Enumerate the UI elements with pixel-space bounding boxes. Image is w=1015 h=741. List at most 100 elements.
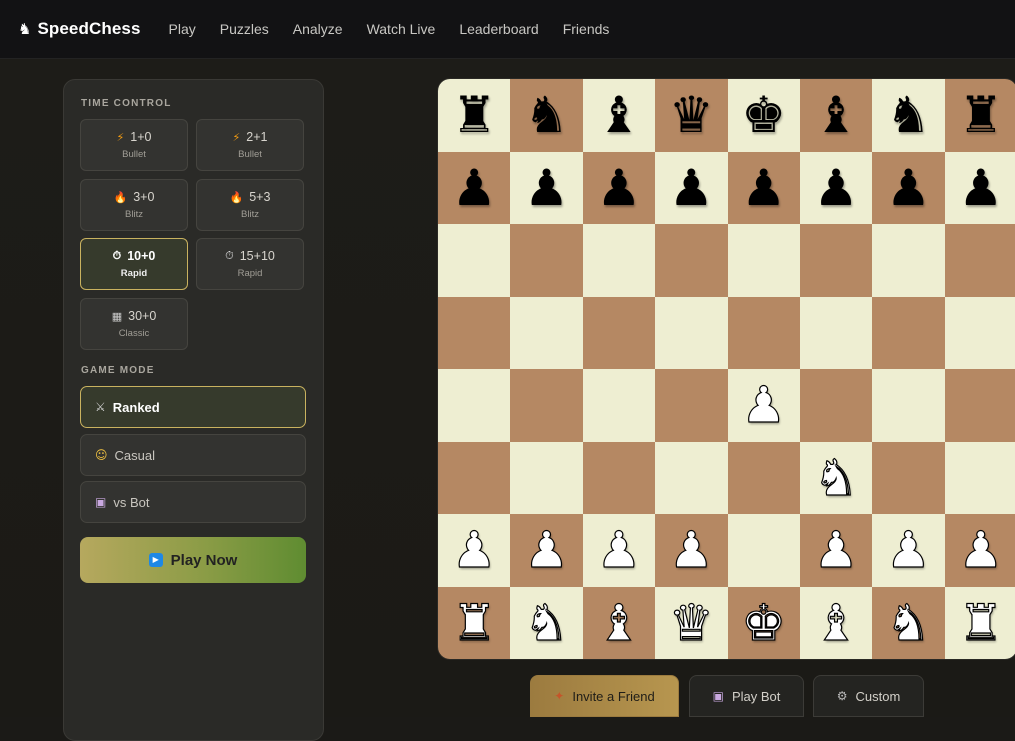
square-e7[interactable]: ♟ (727, 151, 800, 224)
square-d3[interactable] (655, 441, 728, 514)
invite-friend-button[interactable]: ✦ Invite a Friend (530, 675, 679, 717)
square-f8[interactable]: ♝ (799, 79, 873, 152)
square-g8[interactable]: ♞ (872, 79, 945, 152)
white-rook-icon[interactable]: ♜ (958, 597, 1004, 648)
mode-ranked[interactable]: ⚔ Ranked (80, 386, 306, 428)
white-king-icon[interactable]: ♚ (741, 597, 787, 648)
nav-item-puzzles[interactable]: Puzzles (220, 21, 269, 37)
black-knight-icon[interactable]: ♞ (886, 90, 931, 140)
time-control-1-0[interactable]: ⚡ 1+0 Bullet (80, 119, 188, 171)
square-d6[interactable] (655, 224, 728, 297)
square-d4[interactable] (655, 369, 728, 442)
white-knight-icon[interactable]: ♞ (813, 452, 859, 503)
time-control-5-3[interactable]: 🔥 5+3 Blitz (196, 179, 304, 231)
white-pawn-icon[interactable]: ♟ (451, 525, 497, 576)
square-c2[interactable]: ♟ (582, 514, 656, 587)
black-pawn-icon[interactable]: ♟ (958, 163, 1003, 213)
time-control-10-0[interactable]: ⏱ 10+0 Rapid (80, 238, 188, 290)
black-king-icon[interactable]: ♚ (741, 90, 786, 140)
square-a4[interactable] (438, 369, 511, 442)
square-g2[interactable]: ♟ (872, 514, 945, 587)
square-b3[interactable] (510, 441, 583, 514)
square-c8[interactable]: ♝ (582, 79, 656, 152)
square-e5[interactable] (727, 296, 800, 369)
black-bishop-icon[interactable]: ♝ (814, 90, 859, 140)
square-f5[interactable] (799, 296, 873, 369)
time-control-2-1[interactable]: ⚡ 2+1 Bullet (196, 119, 304, 171)
brand-logo[interactable]: ♞ SpeedChess (18, 19, 141, 39)
white-queen-icon[interactable]: ♛ (668, 597, 714, 648)
black-knight-icon[interactable]: ♞ (524, 90, 569, 140)
square-h6[interactable] (944, 224, 1015, 297)
square-b6[interactable] (510, 224, 583, 297)
square-e8[interactable]: ♚ (727, 79, 800, 152)
black-pawn-icon[interactable]: ♟ (814, 163, 859, 213)
white-pawn-icon[interactable]: ♟ (813, 525, 859, 576)
nav-item-analyze[interactable]: Analyze (293, 21, 343, 37)
square-h1[interactable]: ♜ (944, 586, 1015, 659)
white-bishop-icon[interactable]: ♝ (813, 597, 859, 648)
black-pawn-icon[interactable]: ♟ (886, 163, 931, 213)
square-g4[interactable] (872, 369, 945, 442)
square-d1[interactable]: ♛ (655, 586, 728, 659)
square-d7[interactable]: ♟ (655, 151, 728, 224)
square-b4[interactable] (510, 369, 583, 442)
square-a6[interactable] (438, 224, 511, 297)
square-e1[interactable]: ♚ (727, 586, 800, 659)
black-bishop-icon[interactable]: ♝ (597, 90, 642, 140)
white-pawn-icon[interactable]: ♟ (524, 525, 570, 576)
square-h7[interactable]: ♟ (944, 151, 1015, 224)
square-b5[interactable] (510, 296, 583, 369)
white-pawn-icon[interactable]: ♟ (958, 525, 1004, 576)
square-h3[interactable] (944, 441, 1015, 514)
square-h2[interactable]: ♟ (944, 514, 1015, 587)
square-c6[interactable] (582, 224, 656, 297)
square-d5[interactable] (655, 296, 728, 369)
square-b8[interactable]: ♞ (510, 79, 583, 152)
custom-game-button[interactable]: ⚙ Custom (813, 675, 924, 717)
white-rook-icon[interactable]: ♜ (451, 597, 497, 648)
square-a2[interactable]: ♟ (438, 514, 511, 587)
square-g1[interactable]: ♞ (872, 586, 945, 659)
nav-item-leaderboard[interactable]: Leaderboard (459, 21, 538, 37)
black-rook-icon[interactable]: ♜ (452, 90, 497, 140)
white-knight-icon[interactable]: ♞ (524, 597, 570, 648)
nav-item-play[interactable]: Play (169, 21, 196, 37)
black-pawn-icon[interactable]: ♟ (669, 163, 714, 213)
square-a8[interactable]: ♜ (438, 79, 511, 152)
square-e3[interactable] (727, 441, 800, 514)
square-b2[interactable]: ♟ (510, 514, 583, 587)
square-f3[interactable]: ♞ (799, 441, 873, 514)
square-f7[interactable]: ♟ (799, 151, 873, 224)
play-bot-button[interactable]: ▣ Play Bot (689, 675, 804, 717)
square-f1[interactable]: ♝ (799, 586, 873, 659)
play-now-button[interactable]: ▶ Play Now (80, 537, 306, 583)
square-g3[interactable] (872, 441, 945, 514)
square-g6[interactable] (872, 224, 945, 297)
mode-casual[interactable]: ☺ Casual (80, 434, 306, 476)
time-control-30-0[interactable]: ▦ 30+0 Classic (80, 298, 188, 350)
square-d8[interactable]: ♛ (655, 79, 728, 152)
white-bishop-icon[interactable]: ♝ (596, 597, 642, 648)
square-a1[interactable]: ♜ (438, 586, 511, 659)
square-g7[interactable]: ♟ (872, 151, 945, 224)
square-a5[interactable] (438, 296, 511, 369)
white-pawn-icon[interactable]: ♟ (668, 525, 714, 576)
square-c3[interactable] (582, 441, 656, 514)
square-g5[interactable] (872, 296, 945, 369)
white-pawn-icon[interactable]: ♟ (596, 525, 642, 576)
black-pawn-icon[interactable]: ♟ (524, 163, 569, 213)
black-pawn-icon[interactable]: ♟ (452, 163, 497, 213)
square-c4[interactable] (582, 369, 656, 442)
white-knight-icon[interactable]: ♞ (885, 597, 931, 648)
white-pawn-icon[interactable]: ♟ (741, 380, 787, 431)
nav-item-watch-live[interactable]: Watch Live (367, 21, 436, 37)
time-control-3-0[interactable]: 🔥 3+0 Blitz (80, 179, 188, 231)
square-e6[interactable] (727, 224, 800, 297)
square-h4[interactable] (944, 369, 1015, 442)
black-pawn-icon[interactable]: ♟ (741, 163, 786, 213)
black-pawn-icon[interactable]: ♟ (597, 163, 642, 213)
square-b7[interactable]: ♟ (510, 151, 583, 224)
square-h8[interactable]: ♜ (944, 79, 1015, 152)
square-e2[interactable] (727, 514, 800, 587)
